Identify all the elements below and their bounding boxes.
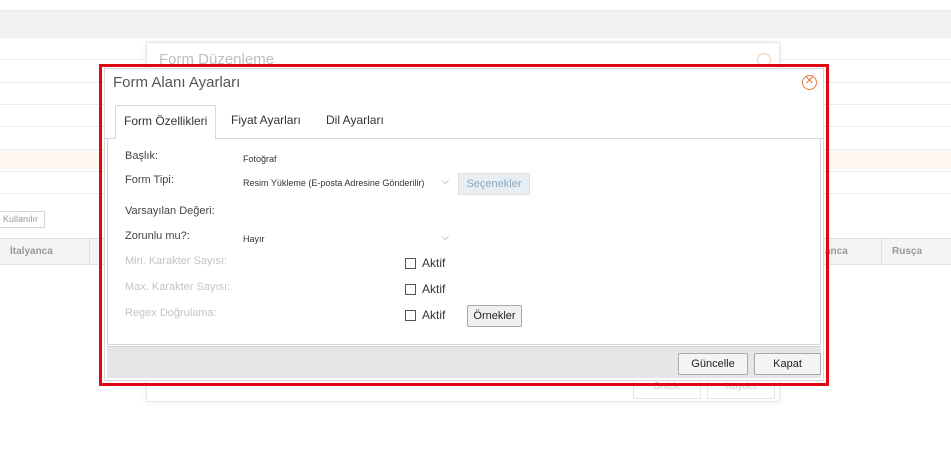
min-char-checkbox[interactable] xyxy=(405,258,416,269)
options-button[interactable]: Seçenekler xyxy=(458,173,530,195)
regex-label: Regex Doğrulama: xyxy=(125,307,217,319)
title-value[interactable]: Fotoğraf xyxy=(243,154,277,164)
kullan-badge: Kullanılır xyxy=(0,211,46,228)
min-char-active-label: Aktif xyxy=(422,256,446,270)
dialog-title: Form Alanı Ayarları xyxy=(113,74,241,91)
dialog-footer: Güncelle Kapat xyxy=(107,346,821,378)
column-header-russian: Rusça xyxy=(892,246,923,257)
tab-language-settings[interactable]: Dil Ayarları xyxy=(318,105,392,140)
form-type-select[interactable]: Resim Yükleme (E-posta Adresine Gönderil… xyxy=(241,175,449,193)
form-field-settings-dialog: Form Alanı Ayarları ✕ Form Özellikleri F… xyxy=(104,68,824,381)
column-header-italian: İtalyanca xyxy=(0,239,90,264)
tab-price-settings[interactable]: Fiyat Ayarları xyxy=(223,105,309,140)
max-char-active-label: Aktif xyxy=(422,282,446,296)
update-button[interactable]: Güncelle xyxy=(678,353,748,375)
required-select[interactable]: Hayır ⌵ xyxy=(241,231,449,249)
min-char-label: Min. Karakter Sayısı: xyxy=(125,255,228,267)
max-char-label: Max. Karakter Sayısı: xyxy=(125,281,231,293)
title-label: Başlık: xyxy=(125,150,159,162)
required-label: Zorunlu mu?: xyxy=(125,230,190,242)
form-properties-panel: Başlık: Fotoğraf Form Tipi: Resim Yüklem… xyxy=(107,139,821,345)
form-type-value: Resim Yükleme (E-posta Adresine Gönderil… xyxy=(243,178,425,188)
regex-checkbox[interactable] xyxy=(405,310,416,321)
examples-button[interactable]: Örnekler xyxy=(467,305,522,327)
tab-form-properties[interactable]: Form Özellikleri xyxy=(115,105,217,140)
default-value-label: Varsayılan Değeri: xyxy=(125,205,215,217)
page-toolbar-band xyxy=(0,11,951,38)
max-char-checkbox[interactable] xyxy=(405,284,416,295)
close-icon[interactable]: ✕ xyxy=(802,75,817,90)
regex-active-label: Aktif xyxy=(422,308,446,322)
chevron-down-icon: ⌵ xyxy=(441,232,449,243)
tab-bar: Form Özellikleri Fiyat Ayarları Dil Ayar… xyxy=(105,105,823,140)
close-button[interactable]: Kapat xyxy=(754,353,821,375)
chevron-down-icon: ⌵ xyxy=(441,176,449,187)
form-type-label: Form Tipi: xyxy=(125,174,174,186)
required-value: Hayır xyxy=(243,234,265,244)
